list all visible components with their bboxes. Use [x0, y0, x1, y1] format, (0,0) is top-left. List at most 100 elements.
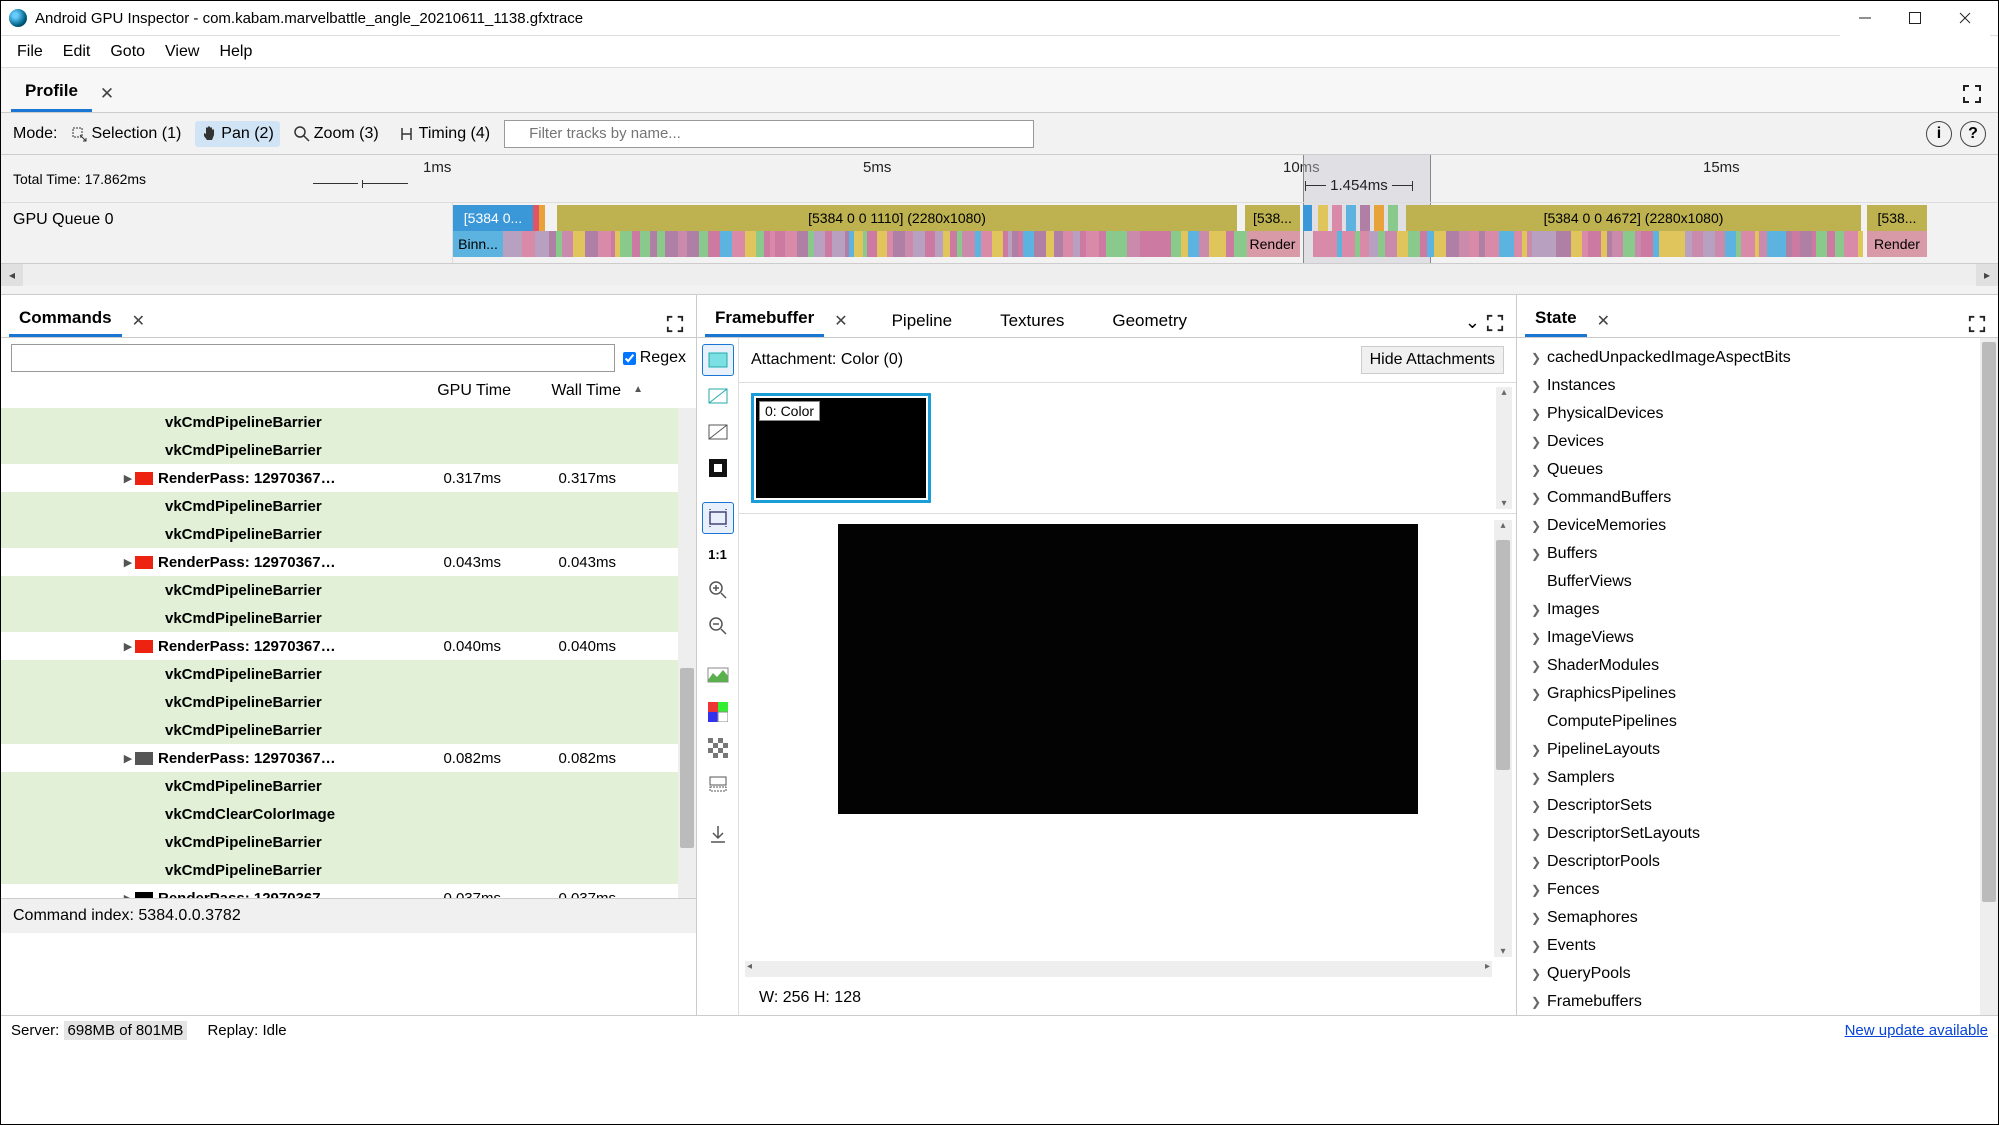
- gpu-slice[interactable]: [508, 231, 522, 257]
- gpu-slice[interactable]: [1234, 231, 1246, 257]
- state-item[interactable]: ❯Buffers: [1523, 540, 1998, 568]
- gpu-block[interactable]: [5384 0...: [453, 205, 533, 231]
- gpu-slice[interactable]: [867, 231, 876, 257]
- gpu-slice[interactable]: [1459, 231, 1469, 257]
- gpu-slice[interactable]: [1759, 231, 1767, 257]
- fb-tool-color-icon[interactable]: [702, 344, 734, 376]
- gpu-slice[interactable]: [1653, 231, 1660, 257]
- table-row[interactable]: vkCmdPipelineBarrier: [1, 436, 696, 464]
- gpu-slice[interactable]: [1226, 231, 1234, 257]
- mode-zoom[interactable]: Zoom (3): [288, 121, 385, 147]
- gpu-slice[interactable]: [1313, 231, 1325, 257]
- gpu-slice[interactable]: [775, 231, 785, 257]
- table-row[interactable]: vkCmdPipelineBarrier: [1, 660, 696, 688]
- menu-edit[interactable]: Edit: [55, 39, 99, 65]
- gpu-slice[interactable]: [877, 231, 888, 257]
- gpu-slice[interactable]: [814, 231, 825, 257]
- gpu-slice[interactable]: [1046, 231, 1053, 257]
- state-item[interactable]: ❯Devices: [1523, 428, 1998, 456]
- expand-icon[interactable]: ▶: [121, 640, 135, 653]
- gpu-slice[interactable]: [943, 231, 950, 257]
- gpu-slice[interactable]: [950, 231, 957, 257]
- gpu-slice[interactable]: [1374, 205, 1384, 231]
- gpu-block[interactable]: [539, 205, 545, 231]
- gpu-slice[interactable]: [1151, 231, 1159, 257]
- state-item[interactable]: ❯ShaderModules: [1523, 652, 1998, 680]
- table-row[interactable]: vkCmdPipelineBarrier: [1, 772, 696, 800]
- fb-tool-wireframe-icon[interactable]: [702, 380, 734, 412]
- expand-icon[interactable]: ▶: [121, 752, 135, 765]
- gpu-slice[interactable]: [1703, 231, 1715, 257]
- gpu-slice[interactable]: [657, 231, 665, 257]
- gpu-slice[interactable]: [1543, 231, 1556, 257]
- tab-commands[interactable]: Commands: [9, 300, 122, 337]
- gpu-slice[interactable]: [1385, 231, 1397, 257]
- gpu-slice[interactable]: [913, 231, 926, 257]
- gpu-slice[interactable]: [1844, 231, 1858, 257]
- gpu-slice[interactable]: [1469, 231, 1479, 257]
- tab-framebuffer[interactable]: Framebuffer: [705, 300, 824, 337]
- scroll-left-button[interactable]: ◂: [1, 264, 23, 286]
- gpu-slice[interactable]: [1434, 231, 1446, 257]
- fb-tool-depth-icon[interactable]: [702, 452, 734, 484]
- gpu-slice[interactable]: [1715, 231, 1726, 257]
- gpu-slice[interactable]: [1073, 231, 1080, 257]
- gpu-slice[interactable]: [935, 231, 943, 257]
- gpu-block[interactable]: [1303, 205, 1312, 231]
- gpu-slice[interactable]: [1360, 205, 1370, 231]
- table-row[interactable]: vkCmdPipelineBarrier: [1, 576, 696, 604]
- gpu-slice[interactable]: [1115, 231, 1127, 257]
- gpu-slice[interactable]: [687, 231, 699, 257]
- gpu-slice[interactable]: [925, 231, 935, 257]
- gpu-slice[interactable]: [1673, 231, 1685, 257]
- gpu-slice[interactable]: [1858, 231, 1863, 257]
- gpu-slice[interactable]: [1623, 231, 1635, 257]
- gpu-slice[interactable]: [981, 231, 992, 257]
- table-row[interactable]: vkCmdClearColorImage: [1, 800, 696, 828]
- state-item[interactable]: ❯PipelineLayouts: [1523, 736, 1998, 764]
- gpu-block[interactable]: [538...: [1245, 205, 1300, 231]
- scroll-right-button[interactable]: ▸: [1976, 264, 1998, 286]
- tab-commands-close[interactable]: ✕: [126, 303, 151, 337]
- state-item[interactable]: ❯Events: [1523, 932, 1998, 960]
- table-row[interactable]: vkCmdPipelineBarrier: [1, 520, 696, 548]
- gpu-slice[interactable]: [522, 231, 535, 257]
- fb-hscrollbar[interactable]: ◂ ▸: [745, 961, 1492, 977]
- gpu-slice[interactable]: [732, 231, 740, 257]
- gpu-slice[interactable]: [1023, 231, 1034, 257]
- gpu-slice[interactable]: [1612, 231, 1623, 257]
- gpu-slice[interactable]: [1514, 231, 1523, 257]
- gpu-slice[interactable]: [832, 231, 846, 257]
- tab-pipeline[interactable]: Pipeline: [882, 303, 963, 337]
- gpu-slice[interactable]: [1532, 231, 1543, 257]
- gpu-slice[interactable]: [1034, 231, 1046, 257]
- gpu-slice[interactable]: [1571, 231, 1582, 257]
- gpu-slice[interactable]: [1588, 231, 1601, 257]
- table-row[interactable]: vkCmdPipelineBarrier: [1, 408, 696, 436]
- gpu-block[interactable]: [5384 0 0 1110] (2280x1080): [557, 205, 1237, 231]
- regex-checkbox-label[interactable]: Regex: [623, 349, 686, 367]
- tab-state-close[interactable]: ✕: [1591, 303, 1616, 337]
- gpu-block-render[interactable]: Render: [1245, 231, 1300, 257]
- menu-view[interactable]: View: [157, 39, 207, 65]
- commands-list[interactable]: vkCmdPipelineBarriervkCmdPipelineBarrier…: [1, 408, 696, 898]
- menu-help[interactable]: Help: [211, 39, 260, 65]
- gpu-slice[interactable]: [1171, 231, 1181, 257]
- update-link[interactable]: New update available: [1845, 1022, 1988, 1039]
- help-icon[interactable]: ?: [1960, 121, 1986, 147]
- minimize-button[interactable]: [1840, 1, 1890, 36]
- state-item[interactable]: ❯CommandBuffers: [1523, 484, 1998, 512]
- gpu-slice[interactable]: [1420, 231, 1428, 257]
- gpu-slice[interactable]: [1054, 231, 1064, 257]
- commands-fullscreen-icon[interactable]: [662, 311, 688, 337]
- gpu-slice[interactable]: [1209, 231, 1218, 257]
- gpu-slice[interactable]: [962, 231, 975, 257]
- commands-vscrollbar[interactable]: [678, 408, 696, 898]
- fb-tool-fit-icon[interactable]: [702, 502, 734, 534]
- gpu-slice[interactable]: [650, 231, 657, 257]
- timeline-hscrollbar[interactable]: ◂ ▸: [1, 263, 1998, 285]
- tab-framebuffer-close[interactable]: ✕: [828, 303, 853, 337]
- fb-vscrollbar[interactable]: ▴ ▾: [1494, 520, 1512, 957]
- gpu-slice[interactable]: [1159, 231, 1171, 257]
- gpu-slice[interactable]: [1188, 231, 1199, 257]
